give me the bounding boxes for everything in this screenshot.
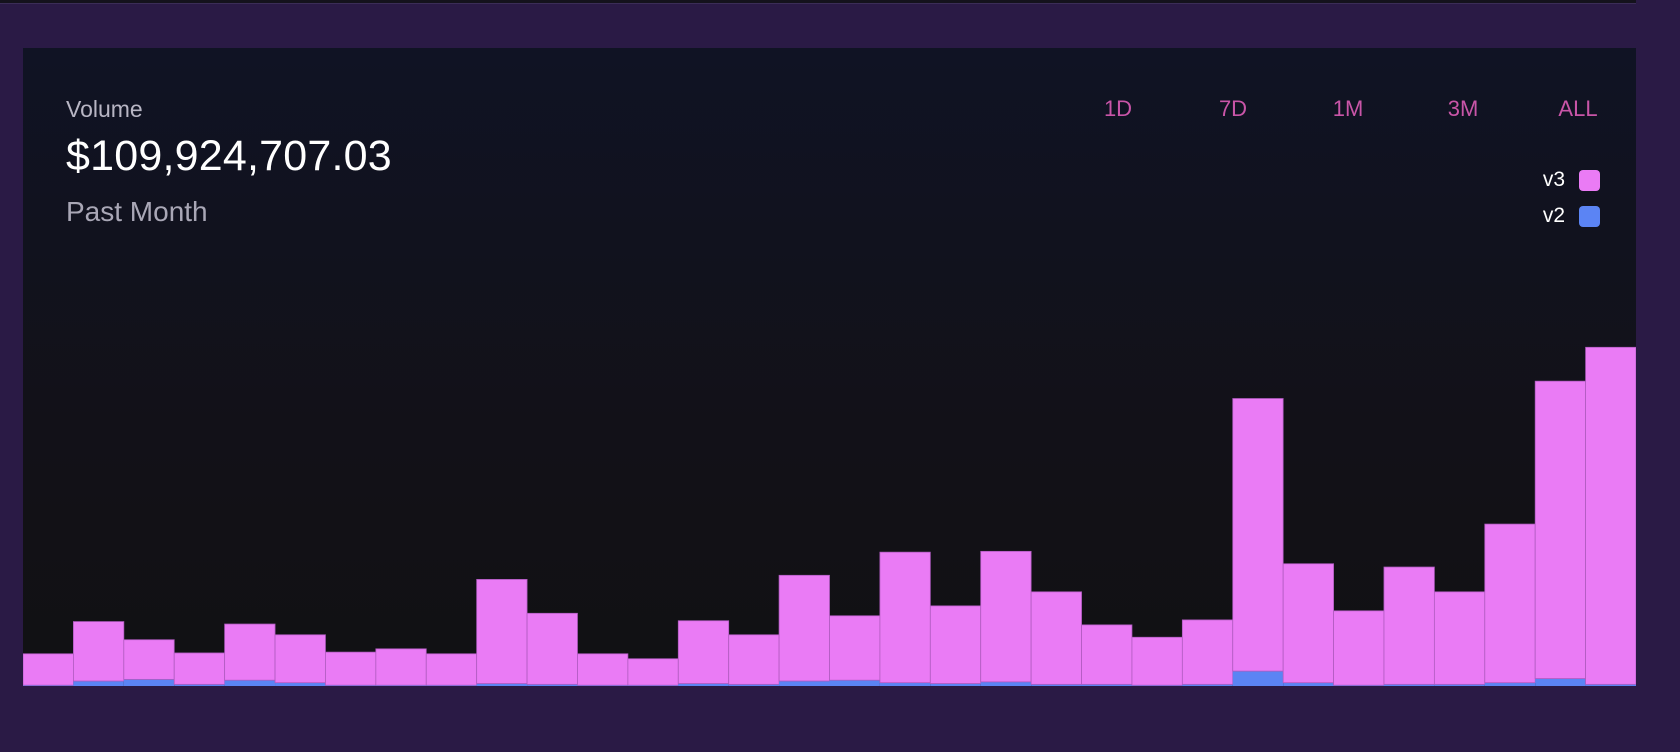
bar-v3[interactable] [829, 615, 881, 681]
volume-bar-chart [23, 346, 1636, 686]
bar-v3[interactable] [73, 621, 125, 682]
bar-v3[interactable] [123, 639, 175, 680]
bar-v3[interactable] [728, 634, 780, 685]
bar-v3[interactable] [627, 658, 679, 686]
bar-v2[interactable] [1535, 678, 1586, 686]
bar-v3[interactable] [1333, 610, 1385, 686]
bar-v3[interactable] [375, 648, 427, 686]
bar-v3[interactable] [425, 653, 478, 686]
bar-v2[interactable] [829, 680, 880, 686]
bar-v3[interactable] [1232, 398, 1284, 672]
bar-v3[interactable] [476, 579, 528, 684]
bar-v3[interactable] [980, 550, 1032, 683]
bar-v2[interactable] [123, 679, 175, 686]
bar-v3[interactable] [1181, 619, 1234, 685]
bar-v3[interactable] [1433, 591, 1486, 685]
bar-v2[interactable] [224, 680, 276, 686]
bar-v2[interactable] [275, 682, 326, 686]
bar-v2[interactable] [779, 681, 830, 686]
bar-v3[interactable] [929, 605, 982, 684]
bar-v3[interactable] [1585, 346, 1636, 685]
bar-v3[interactable] [1534, 380, 1586, 679]
volume-chart-card: Volume $109,924,707.03 Past Month 1D 7D … [23, 48, 1636, 686]
bar-v3[interactable] [778, 574, 830, 682]
bar-v3[interactable] [1081, 624, 1133, 685]
bar-v3[interactable] [1484, 523, 1536, 684]
bar-v3[interactable] [677, 620, 730, 684]
bar-v3[interactable] [526, 612, 578, 685]
bar-v3[interactable] [577, 653, 629, 686]
bar-v3[interactable] [274, 634, 326, 684]
bar-v3[interactable] [23, 653, 74, 686]
bar-v3[interactable] [879, 551, 931, 684]
bar-v2[interactable] [1283, 682, 1334, 686]
bar-v3[interactable] [224, 623, 276, 681]
bar-v2[interactable] [1232, 671, 1284, 686]
bar-v3[interactable] [173, 652, 226, 685]
bar-v3[interactable] [1282, 563, 1334, 684]
top-edge-divider [0, 0, 1636, 4]
bar-v3[interactable] [1131, 636, 1183, 686]
bar-v2[interactable] [73, 681, 124, 686]
bar-v2[interactable] [980, 681, 1032, 686]
bar-v3[interactable] [1383, 566, 1435, 685]
bar-v2[interactable] [879, 682, 931, 686]
bar-v2[interactable] [1484, 682, 1536, 686]
bar-v3[interactable] [325, 651, 377, 686]
bar-v3[interactable] [1030, 591, 1082, 685]
